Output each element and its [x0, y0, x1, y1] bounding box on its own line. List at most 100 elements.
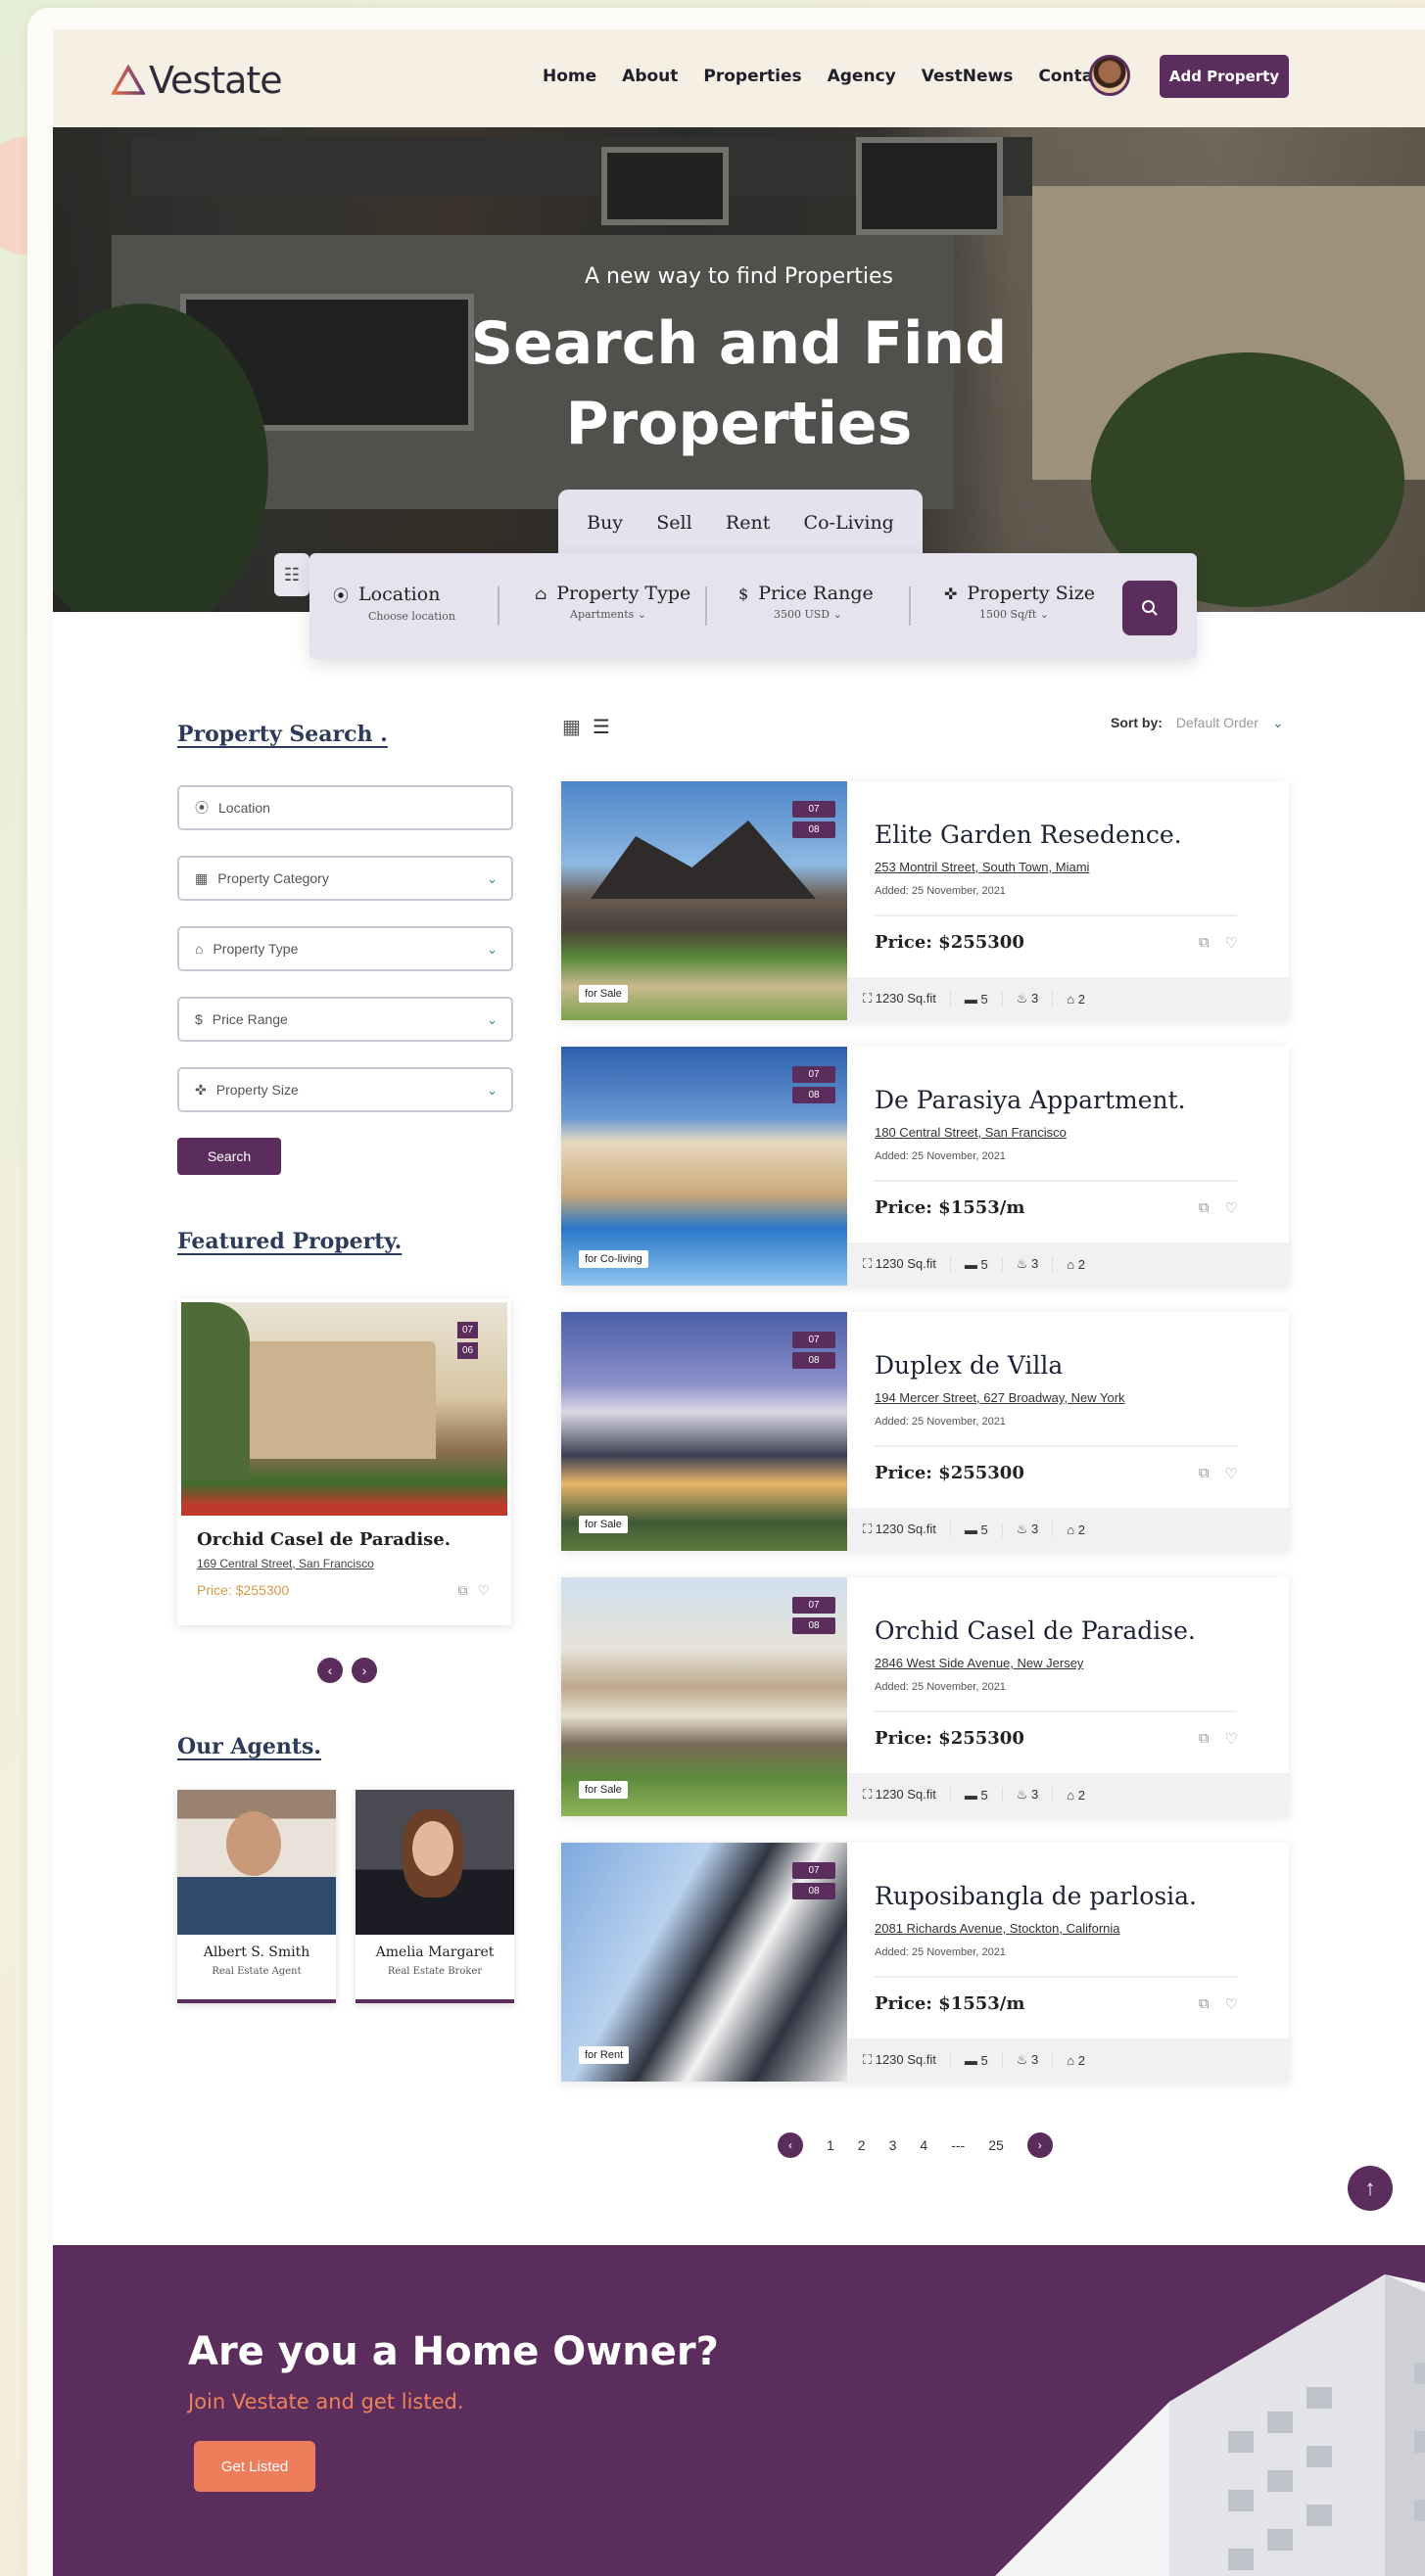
property-card[interactable]: for Sale 07 08 Elite Garden Resedence. 25…	[561, 781, 1289, 1020]
page-link[interactable]: 1	[827, 2137, 834, 2153]
property-address[interactable]: 253 Montril Street, South Town, Miami	[875, 860, 1089, 874]
filter-icon[interactable]: ☷	[274, 553, 309, 596]
property-card[interactable]: for Sale 07 08 Duplex de Villa 194 Mercer…	[561, 1312, 1289, 1551]
agent-name: Amelia Margaret	[375, 1944, 495, 1960]
baths-badge: 08	[792, 821, 835, 838]
dollar-icon: $	[195, 1011, 203, 1027]
sidebar-size-select[interactable]: ✜ Property Size ⌄	[177, 1067, 513, 1112]
beds-feature: ▬ 5	[951, 1787, 1003, 1803]
property-title[interactable]: Elite Garden Resedence.	[875, 820, 1182, 849]
sidebar-price-select[interactable]: $ Price Range ⌄	[177, 997, 513, 1042]
search-property-type-value: Apartments ⌄	[570, 608, 647, 621]
tab-co-living[interactable]: Co-Living	[798, 504, 900, 541]
nav-agency[interactable]: Agency	[828, 67, 896, 86]
heart-icon[interactable]: ♡	[1225, 1465, 1238, 1482]
property-address[interactable]: 2846 West Side Avenue, New Jersey	[875, 1656, 1083, 1670]
page-link[interactable]: 25	[988, 2137, 1004, 2153]
search-property-type[interactable]: ⌂ Property Type Apartments ⌄	[535, 583, 690, 621]
grid-view-icon[interactable]: ▦	[562, 715, 581, 739]
baths-feature: ♨ 3	[1003, 2052, 1054, 2068]
hero-title-line2: Properties	[565, 390, 913, 458]
page-link[interactable]: 4	[920, 2137, 927, 2153]
nav-about[interactable]: About	[622, 67, 678, 86]
search-location[interactable]: ⦿ Location Choose location	[333, 583, 455, 623]
sidebar-location-input[interactable]: ⦿ Location	[177, 785, 513, 830]
featured-prev-button[interactable]: ‹	[317, 1658, 343, 1683]
agent-card[interactable]: Albert S. Smith Real Estate Agent	[177, 1790, 336, 2003]
property-title[interactable]: De Parasiya Appartment.	[875, 1086, 1186, 1114]
compare-icon[interactable]: ⧉	[1199, 1995, 1210, 2013]
sidebar-type-select[interactable]: ⌂ Property Type ⌄	[177, 926, 513, 971]
property-address[interactable]: 2081 Richards Avenue, Stockton, Californ…	[875, 1921, 1120, 1936]
compare-icon[interactable]: ⧉	[1199, 1199, 1210, 1217]
add-property-button[interactable]: Add Property	[1160, 55, 1289, 98]
divider	[875, 914, 1237, 916]
property-price: Price: $255300	[875, 932, 1024, 953]
compare-icon[interactable]: ⧉	[457, 1582, 467, 1599]
sort-value: Default Order	[1175, 715, 1259, 730]
heart-icon[interactable]: ♡	[1225, 934, 1238, 952]
field-label: Location	[218, 800, 270, 816]
page-link[interactable]: 3	[889, 2137, 897, 2153]
property-added-date: Added: 25 November, 2021	[875, 1681, 1006, 1693]
prev-page-button[interactable]: ‹	[778, 2132, 803, 2158]
page-link[interactable]: 2	[858, 2137, 866, 2153]
hero-search-button[interactable]	[1122, 581, 1177, 635]
heart-icon[interactable]: ♡	[1225, 1995, 1238, 2013]
size-icon: ✜	[944, 584, 958, 603]
search-price-range[interactable]: $ Price Range 3500 USD ⌄	[738, 583, 874, 621]
divider	[705, 586, 707, 626]
property-card[interactable]: for Co-living 07 08 De Parasiya Appartmen…	[561, 1047, 1289, 1286]
property-card[interactable]: for Sale 07 08 Orchid Casel de Paradise. …	[561, 1577, 1289, 1816]
compare-icon[interactable]: ⧉	[1199, 1465, 1210, 1482]
nav-vestnews[interactable]: VestNews	[922, 67, 1014, 86]
divider	[875, 1976, 1237, 1978]
divider	[875, 1445, 1237, 1447]
search-property-size[interactable]: ✜ Property Size 1500 Sq/ft ⌄	[944, 583, 1095, 621]
property-title[interactable]: Ruposibangla de parlosia.	[875, 1882, 1197, 1910]
property-address[interactable]: 180 Central Street, San Francisco	[875, 1125, 1067, 1140]
agent-card[interactable]: Amelia Margaret Real Estate Broker	[356, 1790, 514, 2003]
property-title[interactable]: Orchid Casel de Paradise.	[875, 1616, 1196, 1645]
nav-home[interactable]: Home	[543, 67, 596, 86]
list-view-icon[interactable]: ☰	[593, 715, 610, 739]
field-label: Property Size	[215, 1082, 299, 1098]
tab-rent[interactable]: Rent	[720, 504, 776, 541]
cta-title: Are you a Home Owner?	[188, 2329, 719, 2374]
property-added-date: Added: 25 November, 2021	[875, 885, 1006, 897]
featured-address[interactable]: 169 Central Street, San Francisco	[197, 1557, 374, 1570]
baths-badge: 06	[457, 1342, 479, 1359]
sidebar-search-button[interactable]: Search	[177, 1138, 281, 1175]
user-avatar[interactable]	[1089, 55, 1130, 96]
palm-shape	[181, 1302, 250, 1478]
sidebar-category-select[interactable]: ▦ Property Category ⌄	[177, 856, 513, 901]
scroll-top-button[interactable]: ↑	[1348, 2166, 1393, 2211]
dollar-icon: $	[738, 584, 749, 603]
compare-icon[interactable]: ⧉	[1199, 1730, 1210, 1748]
property-card[interactable]: for Rent 07 08 Ruposibangla de parlosia. …	[561, 1843, 1289, 2082]
nav-properties[interactable]: Properties	[703, 67, 801, 86]
beds-badge: 07	[792, 1066, 835, 1083]
page: Vestate Home About Properties Agency Ves…	[53, 29, 1425, 2576]
hero-search-bar: ⦿ Location Choose location ⌂ Property Type…	[309, 553, 1197, 659]
compare-icon[interactable]: ⧉	[1199, 934, 1210, 952]
beds-badge: 07	[792, 1597, 835, 1614]
tab-buy[interactable]: Buy	[581, 504, 629, 561]
property-title[interactable]: Duplex de Villa	[875, 1351, 1063, 1380]
baths-feature: ♨ 3	[1003, 1522, 1054, 1537]
property-search-heading: Property Search .	[177, 722, 388, 747]
featured-property-card[interactable]: 07 06 Orchid Casel de Paradise. 169 Cent…	[177, 1298, 511, 1625]
featured-title: Orchid Casel de Paradise.	[197, 1529, 451, 1550]
heart-icon[interactable]: ♡	[1225, 1730, 1238, 1748]
featured-next-button[interactable]: ›	[352, 1658, 377, 1683]
heart-icon[interactable]: ♡	[477, 1582, 490, 1599]
featured-price: Price: $255300	[197, 1582, 290, 1598]
next-page-button[interactable]: ›	[1026, 2132, 1053, 2158]
tab-sell[interactable]: Sell	[650, 504, 697, 541]
chevron-down-icon: ⌄	[487, 942, 498, 957]
logo[interactable]: Vestate	[112, 59, 283, 102]
get-listed-button[interactable]: Get Listed	[194, 2441, 315, 2492]
property-address[interactable]: 194 Mercer Street, 627 Broadway, New Yor…	[875, 1390, 1125, 1405]
sort-control[interactable]: Sort by: Default Order ⌄	[1111, 715, 1284, 731]
heart-icon[interactable]: ♡	[1225, 1199, 1238, 1217]
